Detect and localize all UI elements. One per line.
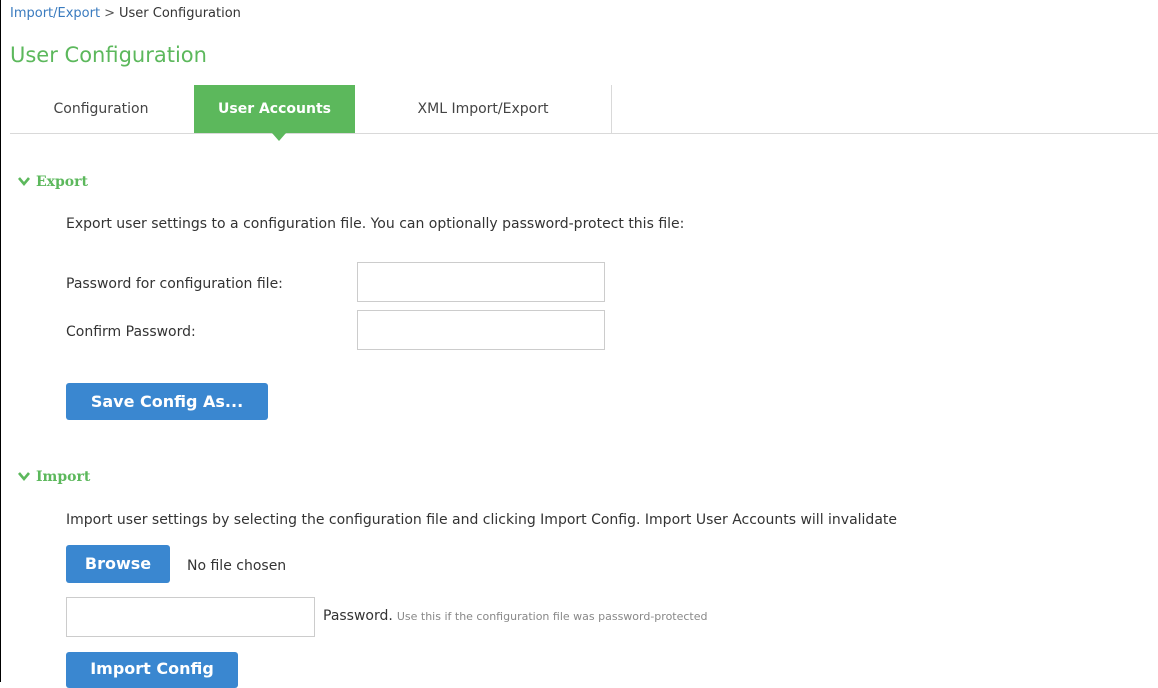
export-description: Export user settings to a configuration … xyxy=(66,216,685,232)
export-heading: Export xyxy=(36,174,88,190)
tab-user-accounts[interactable]: User Accounts xyxy=(194,85,355,133)
tab-bar: Configuration User Accounts XML Import/E… xyxy=(10,85,1158,134)
export-password-label: Password for configuration file: xyxy=(66,276,283,292)
save-config-as-button[interactable]: Save Config As... xyxy=(66,383,268,420)
import-password-label: Password. Use this if the configuration f… xyxy=(323,608,708,624)
breadcrumb: Import/Export > User Configuration xyxy=(10,6,241,21)
chevron-down-icon xyxy=(18,177,30,187)
import-config-button[interactable]: Import Config xyxy=(66,652,238,688)
window-left-border xyxy=(0,0,1,682)
browse-button[interactable]: Browse xyxy=(66,545,170,583)
confirm-password-label: Confirm Password: xyxy=(66,324,196,340)
page-title: User Configuration xyxy=(10,43,207,67)
breadcrumb-link-import-export[interactable]: Import/Export xyxy=(10,6,100,21)
active-tab-pointer xyxy=(272,133,286,141)
confirm-password-input[interactable] xyxy=(357,310,605,350)
export-section-toggle[interactable]: Export xyxy=(18,174,88,190)
file-chosen-status: No file chosen xyxy=(187,558,287,574)
import-section-toggle[interactable]: Import xyxy=(18,469,90,485)
export-password-input[interactable] xyxy=(357,262,605,302)
breadcrumb-current: User Configuration xyxy=(119,6,241,21)
chevron-down-icon xyxy=(18,472,30,482)
tab-xml-import-export[interactable]: XML Import/Export xyxy=(355,85,612,133)
import-password-input[interactable] xyxy=(66,597,315,637)
import-password-hint: Use this if the configuration file was p… xyxy=(396,610,708,623)
breadcrumb-separator: > xyxy=(104,6,115,21)
import-description: Import user settings by selecting the co… xyxy=(66,512,898,528)
tab-configuration[interactable]: Configuration xyxy=(28,85,174,133)
import-heading: Import xyxy=(36,469,91,485)
import-password-label-text: Password. xyxy=(323,608,393,624)
